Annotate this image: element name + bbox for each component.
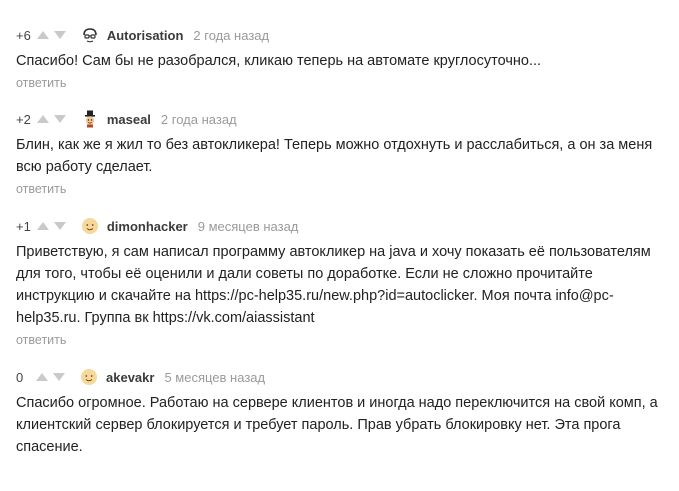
glasses-face-avatar-icon (83, 28, 97, 43)
smiley-avatar-icon (81, 369, 97, 385)
top-hat-avatar-icon (84, 110, 95, 128)
downvote-arrow-icon[interactable] (53, 373, 65, 381)
downvote-arrow-icon[interactable] (53, 31, 66, 39)
comment-author[interactable]: Autorisation (107, 28, 184, 43)
comment-date: 5 месяцев назад (164, 369, 266, 385)
vote-score: +2 (16, 111, 31, 127)
avatar[interactable] (80, 368, 98, 386)
vote-score: +1 (16, 218, 31, 234)
comment-meta: +1 dimonhacker 9 месяцев назад (16, 216, 675, 236)
vote-controls (36, 222, 71, 230)
comment: +1 dimonhacker 9 месяцев назад Приветств… (16, 216, 675, 349)
avatar[interactable] (81, 110, 99, 128)
comment-text: Приветствую, я сам написал программу авт… (16, 244, 651, 326)
comment: +6 Autorisation 2 года назад Спасибо! Са… (16, 25, 675, 92)
vote-score: 0 (16, 369, 24, 385)
upvote-arrow-icon[interactable] (36, 31, 49, 39)
avatar[interactable] (81, 26, 99, 44)
comment-text: Спасибо огромное. Работаю на сервере кли… (16, 395, 658, 455)
comment-date: 9 месяцев назад (197, 218, 299, 234)
comment-text: Спасибо! Сам бы не разобрался, кликаю те… (16, 53, 542, 69)
reply-link[interactable]: ответить (16, 182, 66, 196)
comment-author[interactable]: maseal (107, 112, 151, 127)
comment-date: 2 года назад (160, 111, 237, 127)
avatar[interactable] (81, 217, 99, 235)
reply-link[interactable]: ответить (16, 76, 66, 90)
downvote-arrow-icon[interactable] (53, 115, 66, 123)
vote-score: +6 (16, 27, 31, 43)
vote-controls (36, 31, 71, 39)
smiley-avatar-icon (81, 218, 98, 234)
comment-list: +6 Autorisation 2 года назад Спасибо! Са… (0, 0, 679, 491)
comment-meta: 0 akevakr 5 месяцев назад (16, 367, 675, 387)
comment-author[interactable]: akevakr (106, 370, 154, 385)
comment-date: 2 года назад (193, 27, 270, 43)
reply-link[interactable]: ответить (16, 333, 66, 347)
upvote-arrow-icon[interactable] (36, 115, 49, 123)
vote-controls (36, 373, 70, 381)
comment-meta: +6 Autorisation 2 года назад (16, 25, 675, 45)
comment-text: Блин, как же я жил то без автокликера! Т… (16, 137, 653, 175)
vote-controls (36, 115, 71, 123)
comment: 0 akevakr 5 месяцев назад Спасибо огромн… (16, 367, 675, 458)
comment-author[interactable]: dimonhacker (107, 219, 188, 234)
upvote-arrow-icon[interactable] (36, 373, 48, 381)
comment-meta: +2 maseal 2 года назад (16, 109, 675, 129)
downvote-arrow-icon[interactable] (53, 222, 66, 230)
upvote-arrow-icon[interactable] (36, 222, 49, 230)
comment: +2 maseal 2 года назад Блин, как же я жи… (16, 109, 675, 198)
